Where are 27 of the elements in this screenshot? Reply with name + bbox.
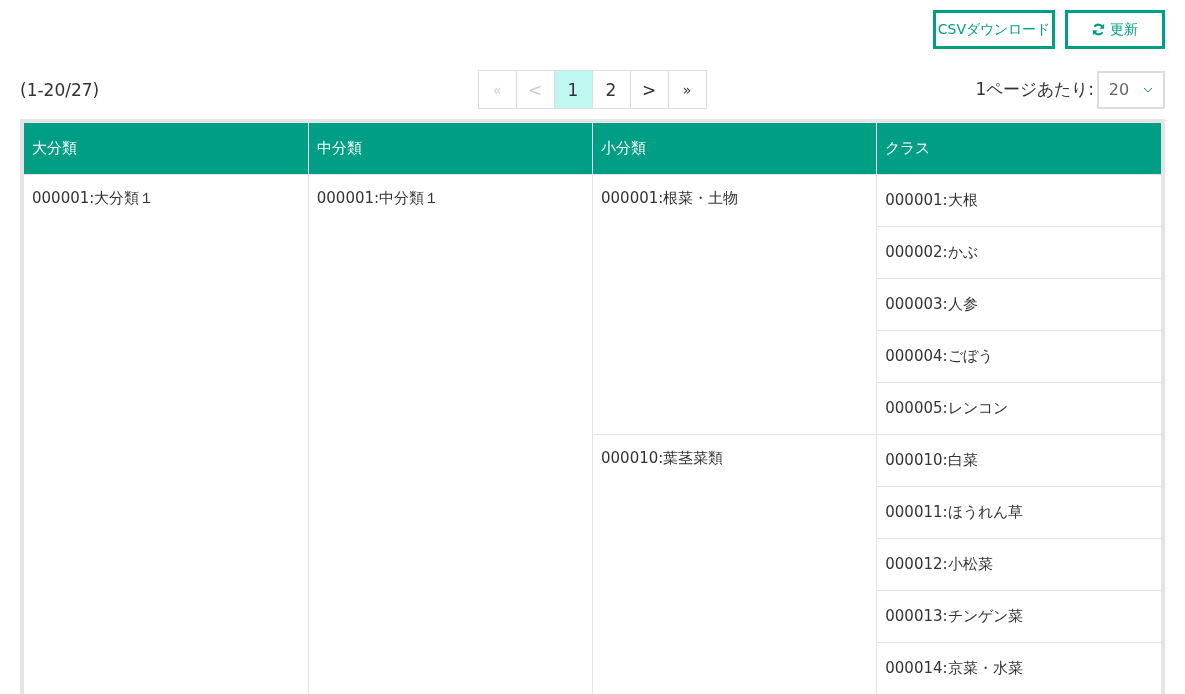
- table-cell: 000001:大分類１: [24, 174, 309, 694]
- chevron-down-icon: [1143, 86, 1154, 93]
- column-header: 大分類: [24, 123, 309, 175]
- page-button[interactable]: 1: [553, 70, 593, 109]
- table-cell: 000012:小松菜: [876, 538, 1161, 591]
- table-cell: 000013:チンゲン菜: [876, 590, 1161, 643]
- refresh-button[interactable]: 更新: [1065, 10, 1165, 49]
- table-cell: 000002:かぶ: [876, 226, 1161, 279]
- table-cell: 000003:人参: [876, 278, 1161, 331]
- refresh-icon: [1092, 23, 1105, 36]
- table-cell: 000001:根菜・土物: [592, 174, 877, 435]
- column-header: 小分類: [592, 123, 877, 175]
- record-range: (1-20/27): [20, 79, 101, 100]
- per-page-select[interactable]: 20: [1097, 70, 1165, 109]
- table-cell: 000001:大根: [876, 174, 1161, 227]
- table-cell: 000005:レンコン: [876, 382, 1161, 435]
- page-button[interactable]: 2: [591, 70, 631, 109]
- next-page-button[interactable]: >: [629, 70, 669, 109]
- csv-download-button[interactable]: CSVダウンロード: [932, 10, 1055, 49]
- table-cell: 000001:中分類１: [308, 174, 593, 694]
- table-cell: 000011:ほうれん草: [876, 486, 1161, 539]
- per-page-label: 1ページあたり:: [975, 78, 1094, 101]
- table-cell: 000004:ごぼう: [876, 330, 1161, 383]
- column-header: クラス: [876, 123, 1161, 175]
- table-cell: 000014:京菜・水菜: [876, 642, 1161, 694]
- column-header: 中分類: [308, 123, 593, 175]
- last-page-button[interactable]: »: [667, 70, 707, 109]
